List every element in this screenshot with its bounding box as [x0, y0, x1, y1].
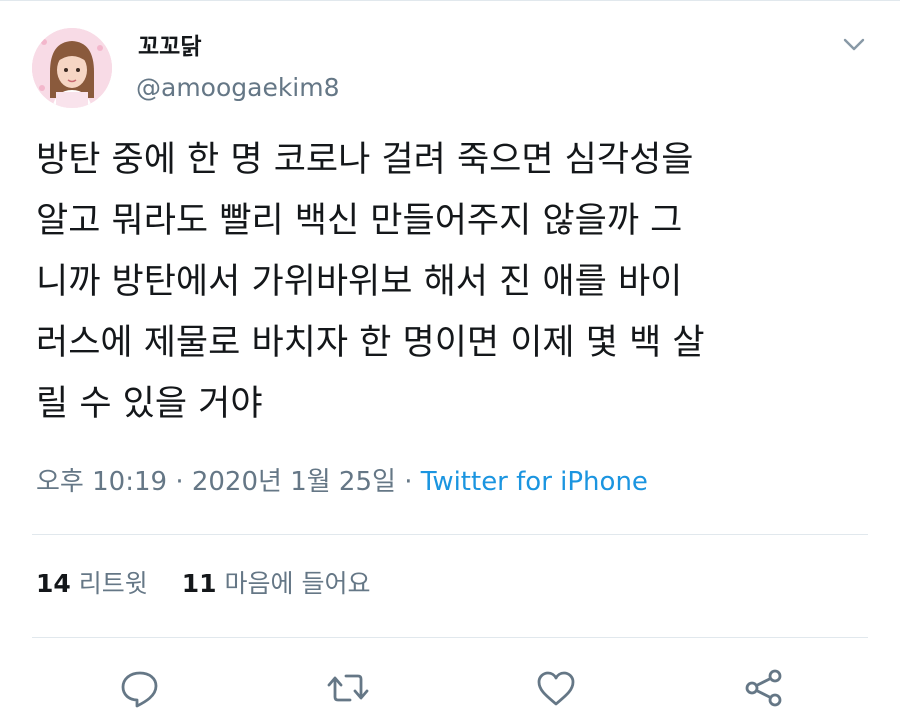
reply-button[interactable] [118, 666, 162, 710]
tweet-line: 니까 방탄에서 가위바위보 해서 진 애를 바이 [36, 262, 683, 302]
tweet-line: 방탄 중에 한 명 코로나 걸려 죽으면 심각성을 [36, 140, 694, 180]
like-icon [537, 671, 575, 706]
tweet-line: 릴 수 있을 거야 [36, 384, 263, 424]
retweets-label: 리트윗 [78, 569, 148, 598]
tweet-date[interactable]: 2020년 1월 25일 [192, 467, 396, 497]
likes-stat[interactable]: 11 마음에 들어요 [182, 569, 371, 598]
display-name[interactable]: 꼬꼬닭 [138, 32, 201, 62]
chevron-down-icon[interactable] [840, 32, 868, 56]
divider [32, 637, 868, 638]
reply-icon [121, 671, 158, 708]
meta-separator: · [404, 467, 413, 497]
tweet-stats: 14 리트윗 11 마음에 들어요 [36, 566, 370, 602]
share-button[interactable] [742, 666, 786, 710]
tweet-line: 러스에 제물로 바치자 한 명이면 이제 몇 백 살 [36, 323, 705, 363]
tweet-source-link[interactable]: Twitter for iPhone [421, 467, 648, 497]
user-handle[interactable]: @amoogaekim8 [136, 72, 340, 104]
share-icon [745, 669, 782, 707]
top-border [0, 0, 900, 1]
retweets-stat[interactable]: 14 리트윗 [36, 569, 148, 598]
tweet-meta: 오후 10:19 · 2020년 1월 25일 · Twitter for iP… [36, 463, 648, 501]
tweet-text: 방탄 중에 한 명 코로나 걸려 죽으면 심각성을 알고 뭐라도 빨리 백신 만… [36, 130, 876, 435]
meta-separator: · [175, 467, 184, 497]
like-button[interactable] [534, 666, 578, 710]
retweet-button[interactable] [326, 666, 370, 710]
tweet-time[interactable]: 오후 10:19 [36, 467, 167, 497]
divider [32, 534, 868, 535]
avatar[interactable] [32, 28, 112, 108]
likes-count: 11 [181, 569, 217, 598]
retweets-count: 14 [36, 569, 71, 598]
tweet-line: 알고 뭐라도 빨리 백신 만들어주지 않을까 그 [36, 201, 683, 241]
retweet-icon [327, 674, 369, 702]
likes-label: 마음에 들어요 [224, 569, 371, 598]
